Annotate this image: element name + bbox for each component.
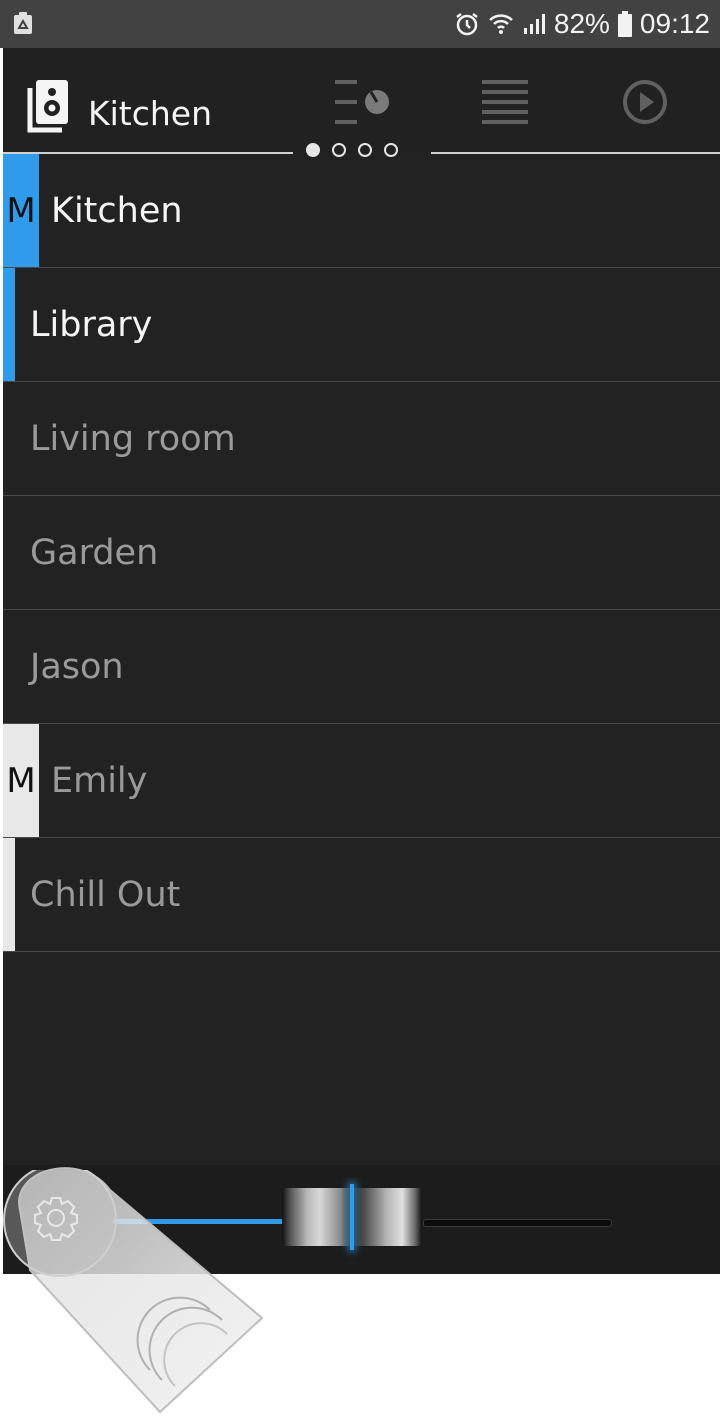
zone-link-marker <box>3 838 15 951</box>
speaker-icon[interactable] <box>26 78 72 139</box>
gear-icon <box>3 1163 117 1277</box>
zone-row[interactable]: Library <box>3 268 720 382</box>
settings-button[interactable] <box>0 1163 120 1290</box>
zone-row[interactable]: M Kitchen <box>3 154 720 268</box>
recycle-icon <box>12 12 34 36</box>
zone-row[interactable]: Chill Out <box>3 838 720 952</box>
list-icon <box>482 80 528 124</box>
signal-icon <box>522 12 546 36</box>
zone-master-badge: M <box>3 154 39 267</box>
header: Kitchen <box>3 48 720 157</box>
volume-slider-knob[interactable] <box>281 1184 422 1250</box>
battery-icon <box>617 11 632 37</box>
equalizer-knob-icon <box>335 80 389 124</box>
zone-row[interactable]: Living room <box>3 382 720 496</box>
volume-track-empty[interactable] <box>423 1219 612 1227</box>
zone-master-badge: M <box>3 724 39 837</box>
zone-name: Chill Out <box>30 874 181 915</box>
zone-link-marker <box>3 268 15 381</box>
zone-row[interactable]: Garden <box>3 496 720 610</box>
current-zone-title[interactable]: Kitchen <box>88 94 212 133</box>
clock: 09:12 <box>639 8 710 39</box>
zone-name: Living room <box>30 418 236 459</box>
zone-name: Jason <box>30 646 124 687</box>
zone-row[interactable]: Jason <box>3 610 720 724</box>
status-bar: 82% 09:12 <box>0 0 720 48</box>
now-playing-tab[interactable] <box>610 72 680 136</box>
volume-knob-indicator <box>349 1184 354 1250</box>
zone-row[interactable]: M Emily <box>3 724 720 838</box>
wifi-icon <box>488 11 514 37</box>
queue-tab[interactable] <box>470 72 540 136</box>
battery-percent: 82% <box>553 8 610 39</box>
zone-name: Emily <box>51 760 148 801</box>
zone-name: Library <box>30 304 153 345</box>
play-circle-icon <box>623 80 667 124</box>
zone-name: Kitchen <box>51 190 183 231</box>
zone-list: M Kitchen Library Living room Garden Jason M Em… <box>3 154 720 952</box>
equalizer-tab[interactable] <box>331 72 401 136</box>
app-window: Kitchen M Kitchen Library Living room Ga… <box>3 48 720 1274</box>
zone-name: Garden <box>30 532 159 573</box>
alarm-icon <box>454 11 480 37</box>
